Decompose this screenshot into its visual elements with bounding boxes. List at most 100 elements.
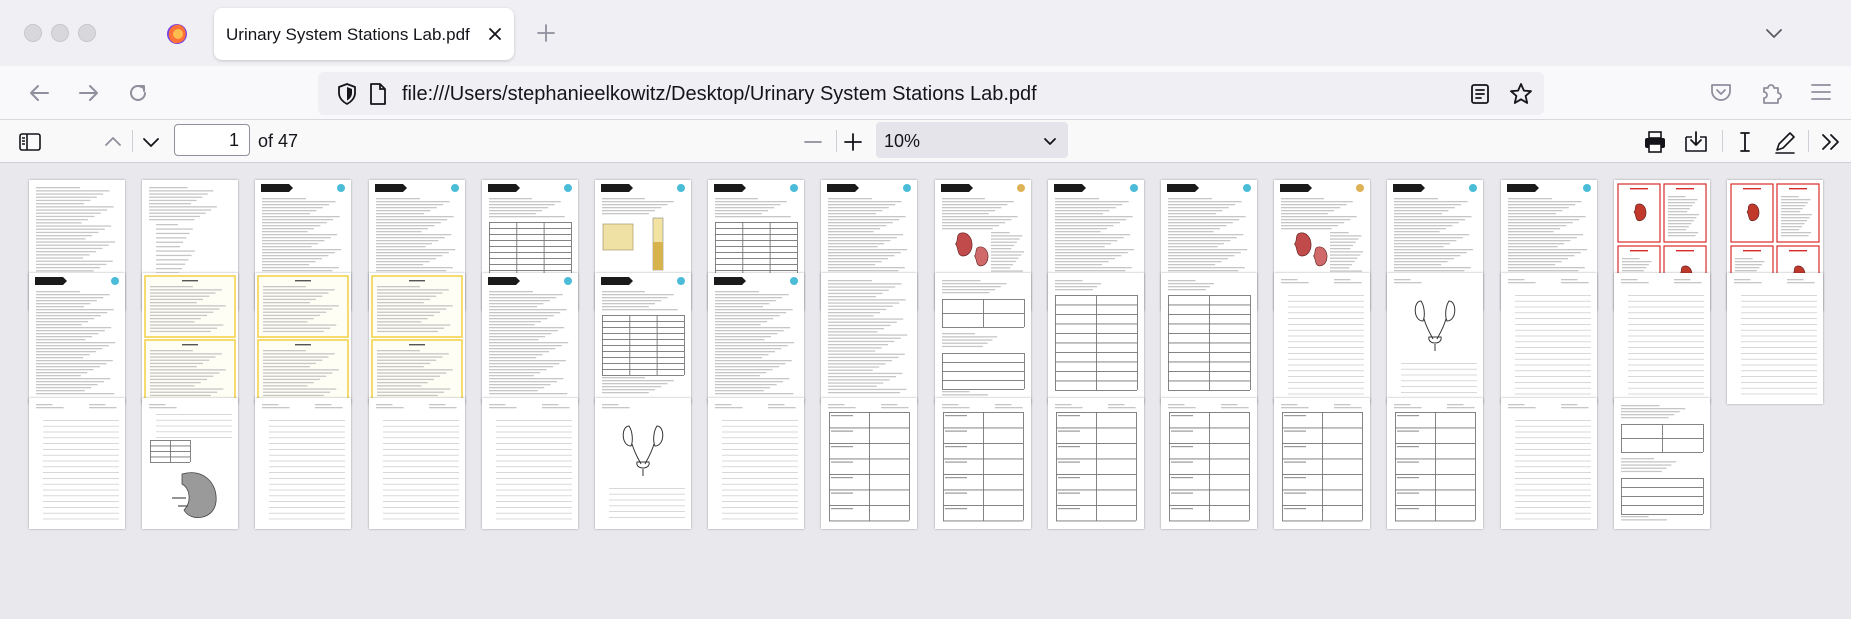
page-thumbnail[interactable]	[1613, 273, 1710, 404]
page-thumbnail[interactable]	[481, 398, 578, 529]
page-count-label: of 47	[258, 131, 299, 151]
page-content	[487, 277, 572, 395]
page-thumbnail[interactable]	[934, 273, 1031, 404]
page-content	[488, 404, 572, 520]
page-content	[1734, 279, 1817, 395]
page-thumbnail[interactable]	[1500, 398, 1597, 529]
page-content	[375, 404, 459, 520]
page-thumbnail[interactable]	[934, 398, 1031, 529]
page-content	[1394, 404, 1477, 522]
page-content	[36, 404, 119, 520]
page-thumbnail[interactable]	[1500, 273, 1597, 404]
page-thumbnail[interactable]	[29, 398, 125, 529]
url-text[interactable]: file:///Users/stephanieelkowitz/Desktop/…	[402, 83, 1037, 106]
page-content	[602, 404, 685, 518]
page-content	[714, 277, 799, 395]
page-thumbnail[interactable]	[481, 273, 578, 404]
page-thumbnail[interactable]	[1387, 398, 1484, 529]
page-content	[262, 404, 346, 520]
hamburger-menu-icon[interactable]	[1808, 80, 1834, 104]
pdf-toolbar: of 47 10%	[0, 120, 1851, 163]
reload-icon[interactable]	[124, 79, 152, 107]
page-content	[941, 404, 1024, 522]
window-minimize-button[interactable]	[51, 24, 69, 42]
more-tools-icon[interactable]	[1818, 129, 1844, 155]
page-thumbnail[interactable]	[255, 273, 352, 404]
page-thumbnail[interactable]	[1161, 398, 1257, 529]
page-content	[370, 275, 463, 402]
page-thumbnail[interactable]	[821, 273, 918, 404]
page-thumbnail[interactable]	[142, 273, 239, 404]
page-thumbnail[interactable]	[255, 398, 352, 529]
page-thumbnail[interactable]	[1161, 273, 1257, 404]
page-content	[941, 280, 1025, 396]
reader-view-icon[interactable]	[1468, 82, 1492, 106]
chevron-down-icon[interactable]	[1762, 22, 1786, 44]
page-content	[1620, 279, 1704, 395]
page-icon[interactable]	[368, 82, 388, 106]
back-arrow-icon[interactable]	[26, 79, 54, 107]
page-thumbnail[interactable]	[595, 273, 691, 404]
page-thumbnail[interactable]	[821, 398, 918, 529]
page-thumbnail[interactable]	[368, 398, 465, 529]
page-content	[1281, 404, 1364, 522]
page-content	[257, 275, 350, 402]
window-zoom-button[interactable]	[78, 24, 96, 42]
page-content	[1281, 279, 1365, 395]
page-thumbnail[interactable]	[1613, 398, 1710, 529]
download-icon[interactable]	[1683, 129, 1709, 155]
page-thumbnail[interactable]	[368, 273, 465, 404]
page-content	[1168, 404, 1250, 522]
page-thumbnail[interactable]	[595, 398, 691, 529]
page-content	[1394, 279, 1478, 393]
page-content	[1054, 404, 1137, 522]
window-close-button[interactable]	[24, 24, 42, 42]
print-icon[interactable]	[1642, 129, 1668, 155]
new-tab-icon[interactable]	[535, 22, 557, 44]
page-content	[1507, 404, 1591, 520]
previous-page-icon[interactable]	[100, 129, 126, 155]
tab-pdf[interactable]: Urinary System Stations Lab.pdf	[214, 8, 514, 60]
zoom-out-icon[interactable]	[800, 129, 826, 155]
firefox-icon	[167, 24, 187, 44]
tab-title: Urinary System Stations Lab.pdf	[226, 25, 470, 44]
navigation-toolbar: file:///Users/stephanieelkowitz/Desktop/…	[0, 66, 1851, 120]
shield-icon[interactable]	[336, 82, 358, 106]
page-content	[35, 277, 119, 395]
page-content	[828, 280, 908, 394]
page-content	[149, 404, 233, 518]
tab-strip: Urinary System Stations Lab.pdf	[0, 0, 1851, 66]
forward-arrow-icon[interactable]	[74, 79, 102, 107]
extensions-icon[interactable]	[1758, 78, 1784, 106]
page-content	[828, 404, 911, 522]
page-thumbnail[interactable]	[142, 398, 239, 529]
page-thumbnail[interactable]	[1047, 398, 1144, 529]
pocket-icon[interactable]	[1708, 79, 1734, 105]
address-bar[interactable]: file:///Users/stephanieelkowitz/Desktop/…	[318, 72, 1544, 115]
bookmark-star-icon[interactable]	[1508, 81, 1534, 107]
sidebar-toggle-icon[interactable]	[17, 129, 43, 155]
page-content	[1620, 405, 1704, 521]
zoom-in-icon[interactable]	[840, 129, 866, 155]
page-thumbnail[interactable]	[1387, 273, 1484, 404]
page-thumbnail[interactable]	[1274, 398, 1371, 529]
page-thumbnail[interactable]	[708, 273, 805, 404]
page-content	[601, 277, 685, 394]
page-thumbnail[interactable]	[1047, 273, 1144, 404]
page-number-input[interactable]	[174, 124, 250, 156]
draw-pen-icon[interactable]	[1772, 129, 1798, 155]
page-thumbnail[interactable]	[1274, 273, 1371, 404]
pdf-viewer[interactable]	[0, 163, 1851, 619]
page-content	[144, 275, 236, 402]
close-tab-icon[interactable]	[484, 23, 506, 45]
zoom-value: 10%	[884, 131, 921, 151]
page-thumbnail[interactable]	[708, 398, 805, 529]
page-content	[1507, 279, 1591, 395]
page-content	[1168, 280, 1251, 391]
page-content	[1054, 280, 1138, 391]
page-thumbnail[interactable]	[1727, 273, 1823, 404]
page-thumbnail[interactable]	[29, 273, 125, 404]
text-cursor-icon[interactable]	[1732, 129, 1758, 155]
next-page-icon[interactable]	[138, 129, 164, 155]
zoom-select[interactable]: 10%	[876, 122, 1068, 158]
